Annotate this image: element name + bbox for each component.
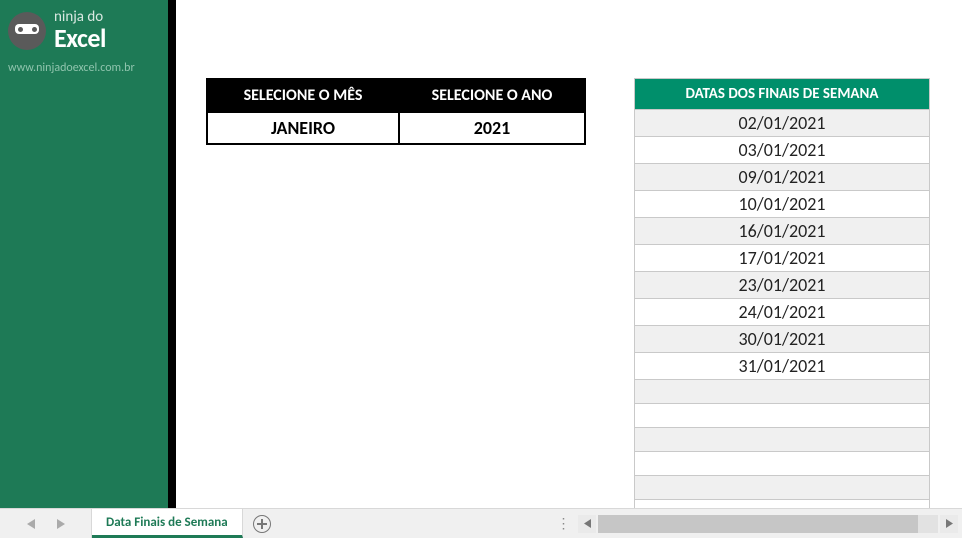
tab-next-icon[interactable] [57, 519, 65, 529]
table-row[interactable]: 16/01/2021 [635, 218, 930, 245]
table-row[interactable]: 03/01/2021 [635, 137, 930, 164]
dates-header: DATAS DOS FINAIS DE SEMANA [635, 79, 930, 110]
tab-navigation [0, 509, 92, 538]
table-row[interactable]: 02/01/2021 [635, 110, 930, 137]
tab-splitter-handle[interactable]: ⋮ [552, 509, 576, 538]
scroll-track[interactable] [598, 515, 938, 533]
table-row[interactable] [635, 404, 930, 428]
scroll-left-button[interactable] [578, 515, 596, 533]
table-row[interactable]: 17/01/2021 [635, 245, 930, 272]
scroll-thumb[interactable] [598, 515, 918, 533]
table-row[interactable] [635, 476, 930, 500]
table-row[interactable] [635, 428, 930, 452]
horizontal-scrollbar [576, 509, 962, 538]
table-row[interactable]: 24/01/2021 [635, 299, 930, 326]
brand-text: ninja do Excel [54, 10, 106, 51]
table-row[interactable] [635, 380, 930, 404]
plus-icon [253, 515, 271, 533]
cell-ano[interactable]: 2021 [399, 112, 585, 144]
caret-right-icon [946, 519, 953, 528]
cell-mes[interactable]: JANEIRO [207, 112, 399, 144]
table-row[interactable]: 30/01/2021 [635, 326, 930, 353]
brand-line2: Excel [54, 25, 106, 51]
sheet-tab-active[interactable]: Data Finais de Semana [92, 509, 243, 538]
sheet-tab-bar: Data Finais de Semana ⋮ [0, 508, 962, 538]
table-row[interactable]: 09/01/2021 [635, 164, 930, 191]
table-row[interactable] [635, 500, 930, 509]
scroll-right-button[interactable] [940, 515, 958, 533]
tab-prev-icon[interactable] [27, 519, 35, 529]
mes-value: JANEIRO [271, 117, 335, 139]
month-year-selector: SELECIONE O MÊS SELECIONE O ANO JANEIRO … [206, 78, 586, 145]
brand-sidebar: ninja do Excel www.ninjadoexcel.com.br [0, 0, 176, 508]
brand-logo-row: ninja do Excel [8, 10, 160, 51]
header-ano: SELECIONE O ANO [399, 79, 585, 112]
worksheet-area[interactable]: SELECIONE O MÊS SELECIONE O ANO JANEIRO … [176, 0, 962, 508]
dates-body: 02/01/2021 03/01/2021 09/01/2021 10/01/2… [635, 110, 930, 509]
header-mes: SELECIONE O MÊS [207, 79, 399, 112]
ano-value: 2021 [474, 117, 511, 139]
table-row[interactable] [635, 452, 930, 476]
add-sheet-button[interactable] [243, 509, 281, 538]
table-row[interactable]: 23/01/2021 [635, 272, 930, 299]
table-row[interactable]: 31/01/2021 [635, 353, 930, 380]
weekend-dates-table: DATAS DOS FINAIS DE SEMANA 02/01/2021 03… [634, 78, 930, 508]
table-row[interactable]: 10/01/2021 [635, 191, 930, 218]
brand-url: www.ninjadoexcel.com.br [8, 61, 160, 75]
ninja-logo-icon [8, 12, 46, 50]
caret-left-icon [584, 519, 591, 528]
